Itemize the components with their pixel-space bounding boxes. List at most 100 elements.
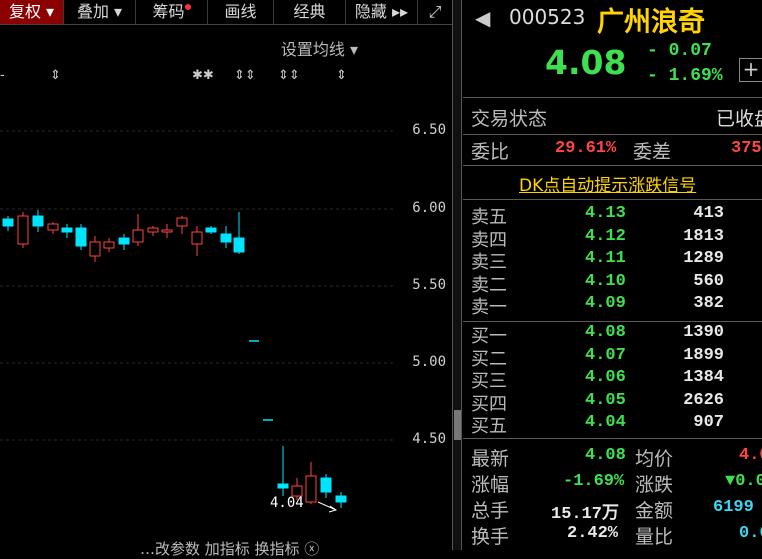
sell-level-price[interactable]: 4.09 bbox=[585, 294, 626, 313]
collapse-handle-icon[interactable] bbox=[454, 410, 461, 440]
indicator-controls[interactable]: …改参数 加指标 换指标 ⓧ bbox=[140, 538, 319, 559]
candle-body bbox=[118, 237, 130, 245]
y-tick-label: 5.50 bbox=[412, 277, 446, 293]
volume-label: 总手 bbox=[471, 500, 510, 522]
trade-status-value: 已收盘 bbox=[716, 108, 762, 130]
chg-label: 涨跌 bbox=[635, 474, 674, 496]
price-change-pct: - 1.69% bbox=[647, 66, 723, 86]
current-price: 4.08 bbox=[545, 43, 627, 82]
buy-level-price[interactable]: 4.08 bbox=[585, 323, 626, 342]
kline-chart[interactable]: 设置均线 ▾ ⇕ ✱✱ ⇕⇕ ⇕⇕ ⇕ - 6.50 6.00 5.50 5.0… bbox=[0, 26, 452, 558]
volume-value: 15.17万 bbox=[551, 505, 620, 524]
avg-label: 均价 bbox=[635, 448, 674, 470]
vol-ratio-label: 量比 bbox=[635, 526, 674, 548]
event-marker: ⇕ bbox=[336, 68, 347, 83]
turnover-label: 换手 bbox=[471, 526, 510, 548]
sell-level-volume: 560 bbox=[693, 271, 724, 291]
candle-body bbox=[147, 227, 159, 233]
pct-value: -1.69% bbox=[563, 472, 625, 491]
candle-body bbox=[233, 237, 245, 253]
weibi-value: 29.61% bbox=[555, 139, 617, 158]
chips-label: 筹码 bbox=[152, 2, 185, 21]
sell-level-volume: 1813 bbox=[683, 226, 724, 246]
latest-label: 最新 bbox=[471, 448, 510, 470]
candle-body bbox=[61, 227, 73, 233]
vol-ratio-value: 0.6 bbox=[739, 524, 762, 543]
avg-value: 4.0 bbox=[739, 446, 762, 465]
candle-body bbox=[89, 241, 101, 257]
weicha-value: 375 bbox=[731, 139, 762, 158]
candle-body bbox=[305, 475, 317, 503]
chg-value: ▼0.0 bbox=[725, 472, 762, 491]
event-marker: ✱✱ bbox=[192, 68, 214, 83]
candle-body bbox=[320, 477, 332, 493]
price-change: - 0.07 bbox=[647, 41, 712, 61]
buy-level-price[interactable]: 4.05 bbox=[585, 391, 626, 410]
candle-body bbox=[103, 241, 115, 249]
candle-body bbox=[17, 215, 29, 245]
buy-level-volume: 1899 bbox=[683, 345, 724, 365]
candle-body bbox=[220, 233, 232, 243]
low-price-label: 4.04 bbox=[270, 495, 304, 511]
candle-body bbox=[205, 227, 217, 233]
candle-body bbox=[161, 229, 173, 233]
sell-level-label: 卖一 bbox=[471, 297, 507, 319]
sell-level-price[interactable]: 4.12 bbox=[585, 227, 626, 246]
overlay-dropdown[interactable]: 叠加 ▾ bbox=[64, 0, 136, 24]
candle-body bbox=[75, 227, 87, 247]
turnover-value: 2.42% bbox=[567, 524, 619, 543]
y-tick-label: 6.00 bbox=[412, 200, 446, 216]
trade-status-label: 交易状态 bbox=[471, 108, 548, 130]
buy-level-price[interactable]: 4.06 bbox=[585, 368, 626, 387]
event-marker: ⇕⇕ bbox=[278, 68, 300, 83]
candle-body bbox=[32, 215, 44, 227]
expand-icon[interactable]: ⤢ bbox=[418, 0, 452, 24]
buy-level-price[interactable]: 4.04 bbox=[585, 413, 626, 432]
stock-code: 000523 bbox=[509, 5, 586, 29]
fuquan-dropdown[interactable]: 复权 ▾ bbox=[0, 0, 64, 24]
candle-body bbox=[47, 223, 59, 231]
sell-level-volume: 382 bbox=[693, 294, 724, 314]
quote-panel: ◀ 000523 广州浪奇 4.08 - 0.07 - 1.69% + 交易状态… bbox=[463, 0, 762, 550]
back-arrow-icon[interactable]: ◀ bbox=[475, 6, 490, 30]
dk-signal-link[interactable]: DK点自动提示涨跌信号 bbox=[519, 171, 696, 196]
add-watchlist-button[interactable]: + bbox=[739, 58, 762, 82]
event-marker: ⇕⇕ bbox=[234, 68, 256, 83]
chart-canvas: ⇕ ✱✱ ⇕⇕ ⇕⇕ ⇕ - bbox=[0, 68, 396, 513]
classic-button[interactable]: 经典 bbox=[274, 0, 346, 24]
weicha-label: 委差 bbox=[633, 141, 672, 163]
stock-name: 广州浪奇 bbox=[597, 7, 705, 38]
candle-body bbox=[191, 231, 203, 245]
candle-body bbox=[277, 483, 289, 489]
buy-level-volume: 2626 bbox=[683, 390, 724, 410]
latest-value: 4.08 bbox=[585, 446, 626, 465]
sell-level-price[interactable]: 4.10 bbox=[585, 272, 626, 291]
sell-level-volume: 1289 bbox=[683, 249, 724, 269]
chips-button[interactable]: 筹码 bbox=[136, 0, 208, 24]
panel-divider[interactable] bbox=[452, 0, 462, 550]
buy-level-price[interactable]: 4.07 bbox=[585, 346, 626, 365]
weibi-label: 委比 bbox=[471, 141, 510, 163]
sell-level-price[interactable]: 4.11 bbox=[585, 249, 626, 268]
buy-level-volume: 1390 bbox=[683, 323, 724, 342]
sell-level-price[interactable]: 4.13 bbox=[585, 204, 626, 223]
buy-level-volume: 907 bbox=[693, 413, 724, 433]
amount-label: 金额 bbox=[635, 500, 674, 522]
candle-body bbox=[132, 229, 144, 243]
notify-dot-icon bbox=[184, 4, 191, 10]
candle-body bbox=[176, 217, 188, 227]
buy-level-volume: 1384 bbox=[683, 368, 724, 388]
y-tick-label: 6.50 bbox=[412, 122, 446, 138]
hide-button[interactable]: 隐藏 ▸▸ bbox=[346, 0, 418, 24]
amount-value: 6199 bbox=[713, 498, 754, 517]
candle-body bbox=[335, 495, 347, 503]
pct-label: 涨幅 bbox=[471, 474, 510, 496]
y-tick-label: 5.00 bbox=[412, 354, 446, 370]
low-pointer-icon bbox=[317, 501, 338, 513]
draw-line-button[interactable]: 画线 bbox=[208, 0, 274, 24]
svg-text:-: - bbox=[0, 68, 5, 83]
y-tick-label: 4.50 bbox=[412, 431, 446, 447]
sell-level-volume: 413 bbox=[693, 204, 724, 223]
event-marker: ⇕ bbox=[50, 68, 61, 83]
buy-level-label: 买五 bbox=[471, 416, 507, 438]
